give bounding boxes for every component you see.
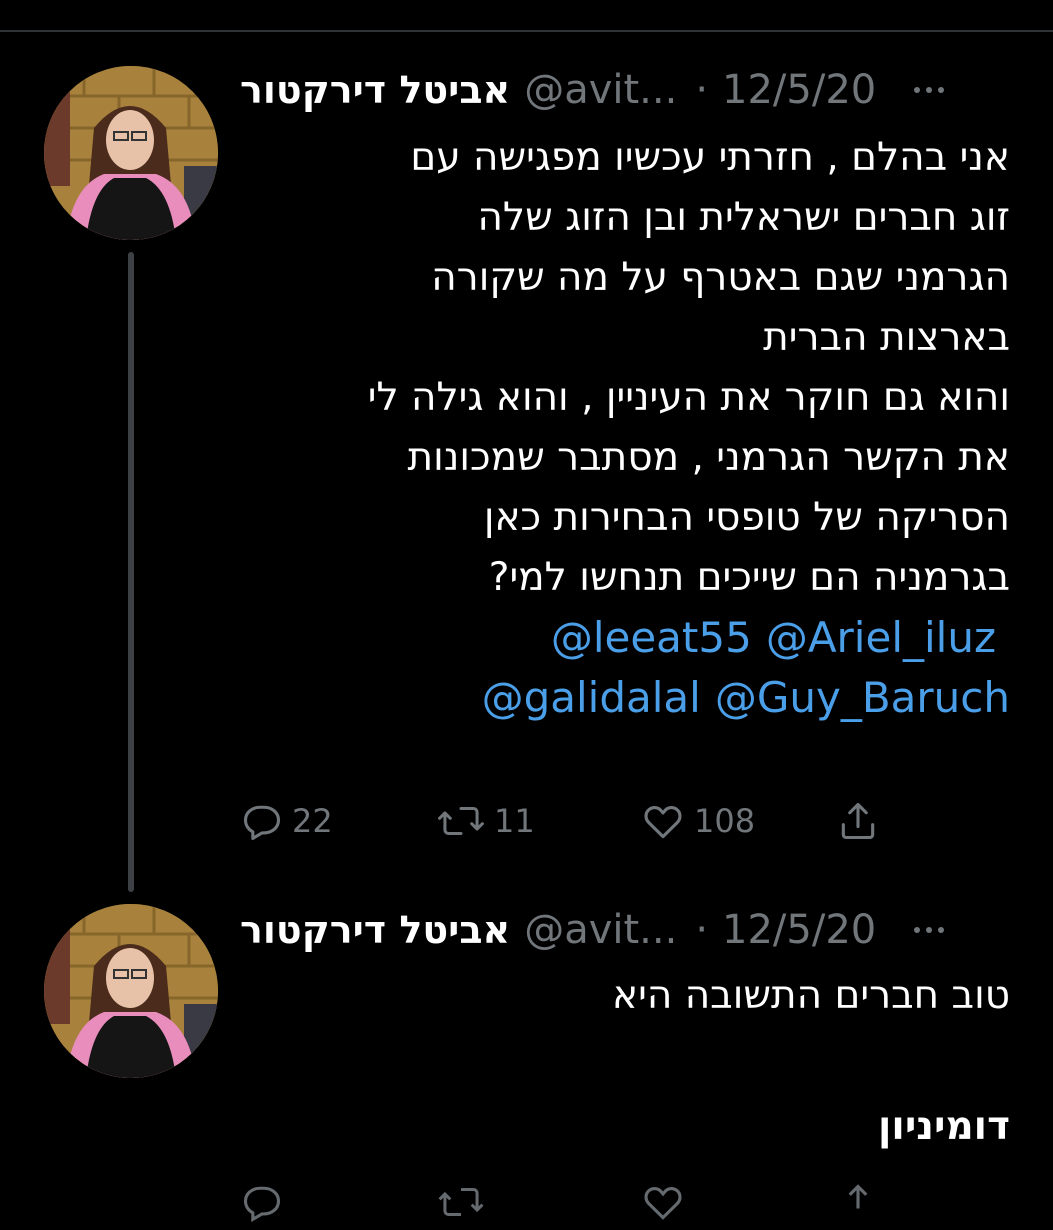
tweet-text-line: בגרמניה הם שייכים תנחשו למי? [488,555,1010,600]
tweet-text-line: והוא גם חוקר את העיניין , והוא גילה לי [367,375,1010,420]
tweet-actions-partial [240,1180,940,1230]
tweet-header: אביטל דירקטור @avit... · 12/5/20 [240,62,1000,118]
display-name[interactable]: אביטל דירקטור [240,908,510,952]
more-icon[interactable] [914,70,945,110]
like-button[interactable] [640,1180,686,1230]
heart-icon [640,799,686,843]
tweet-text-line: הגרמני שגם באטרף על מה שקורה [431,255,1010,300]
tweet-text-line: את הקשר הגרמני , מסתבר שמכונות [407,435,1010,480]
mention-link[interactable]: @Guy_Baruch [715,673,1010,722]
tweet-text-answer: דומיניון [878,1104,1010,1149]
reply-icon [240,1180,284,1224]
tweet-text-line: הסריקה של טופסי הבחירות כאן [483,495,1010,540]
mentions-line: @galidalal @Guy_Baruch [240,668,1010,728]
user-handle[interactable]: @avit... [524,67,677,113]
retweet-button[interactable] [436,1180,486,1230]
like-count: 108 [694,802,756,840]
tweet-text-line: בארצות הברית [763,315,1010,360]
reply-button[interactable] [240,1180,284,1230]
reply-icon [240,799,284,843]
tweet-date[interactable]: 12/5/20 [722,67,876,113]
share-button[interactable] [836,1180,880,1230]
avatar[interactable] [44,66,218,240]
share-button[interactable] [836,796,880,846]
tweet-actions: 22 11 108 [240,796,940,846]
tweet-text: טוב חברים התשובה היא [240,966,1010,1026]
retweet-icon [436,799,486,843]
like-button[interactable]: 108 [640,796,755,846]
avatar[interactable] [44,904,218,1078]
tweet[interactable]: אביטל דירקטור @avit... · 12/5/20 אני בהל… [0,0,1053,890]
separator-dot: · [695,907,709,953]
display-name[interactable]: אביטל דירקטור [240,68,510,112]
share-icon [836,798,880,844]
mentions-line: @leeat55 @Ariel_iluz [240,608,1010,668]
separator-dot: · [695,67,709,113]
tweet-text-line: טוב חברים התשובה היא [612,973,1010,1018]
share-icon [836,1180,880,1226]
tweet-text: אני בהלם , חזרתי עכשיו מפגישה עם זוג חבר… [240,128,1010,728]
reply-button[interactable]: 22 [240,796,333,846]
more-icon[interactable] [914,910,945,950]
reply-count: 22 [292,802,333,840]
mention-link[interactable]: @Ariel_iluz [766,613,996,662]
mention-link[interactable]: @galidalal [482,673,701,722]
heart-icon [640,1180,686,1224]
tweet-text-line: זוג חברים ישראלית ובן הזוג שלה [477,195,1010,240]
retweet-count: 11 [494,802,535,840]
tweet-text-line: אני בהלם , חזרתי עכשיו מפגישה עם [410,135,1010,180]
tweet-header: אביטל דירקטור @avit... · 12/5/20 [240,902,1000,958]
tweet-date[interactable]: 12/5/20 [722,907,876,953]
user-handle[interactable]: @avit... [524,907,677,953]
mention-link[interactable]: @leeat55 [551,613,752,662]
retweet-button[interactable]: 11 [436,796,535,846]
retweet-icon [436,1180,486,1224]
